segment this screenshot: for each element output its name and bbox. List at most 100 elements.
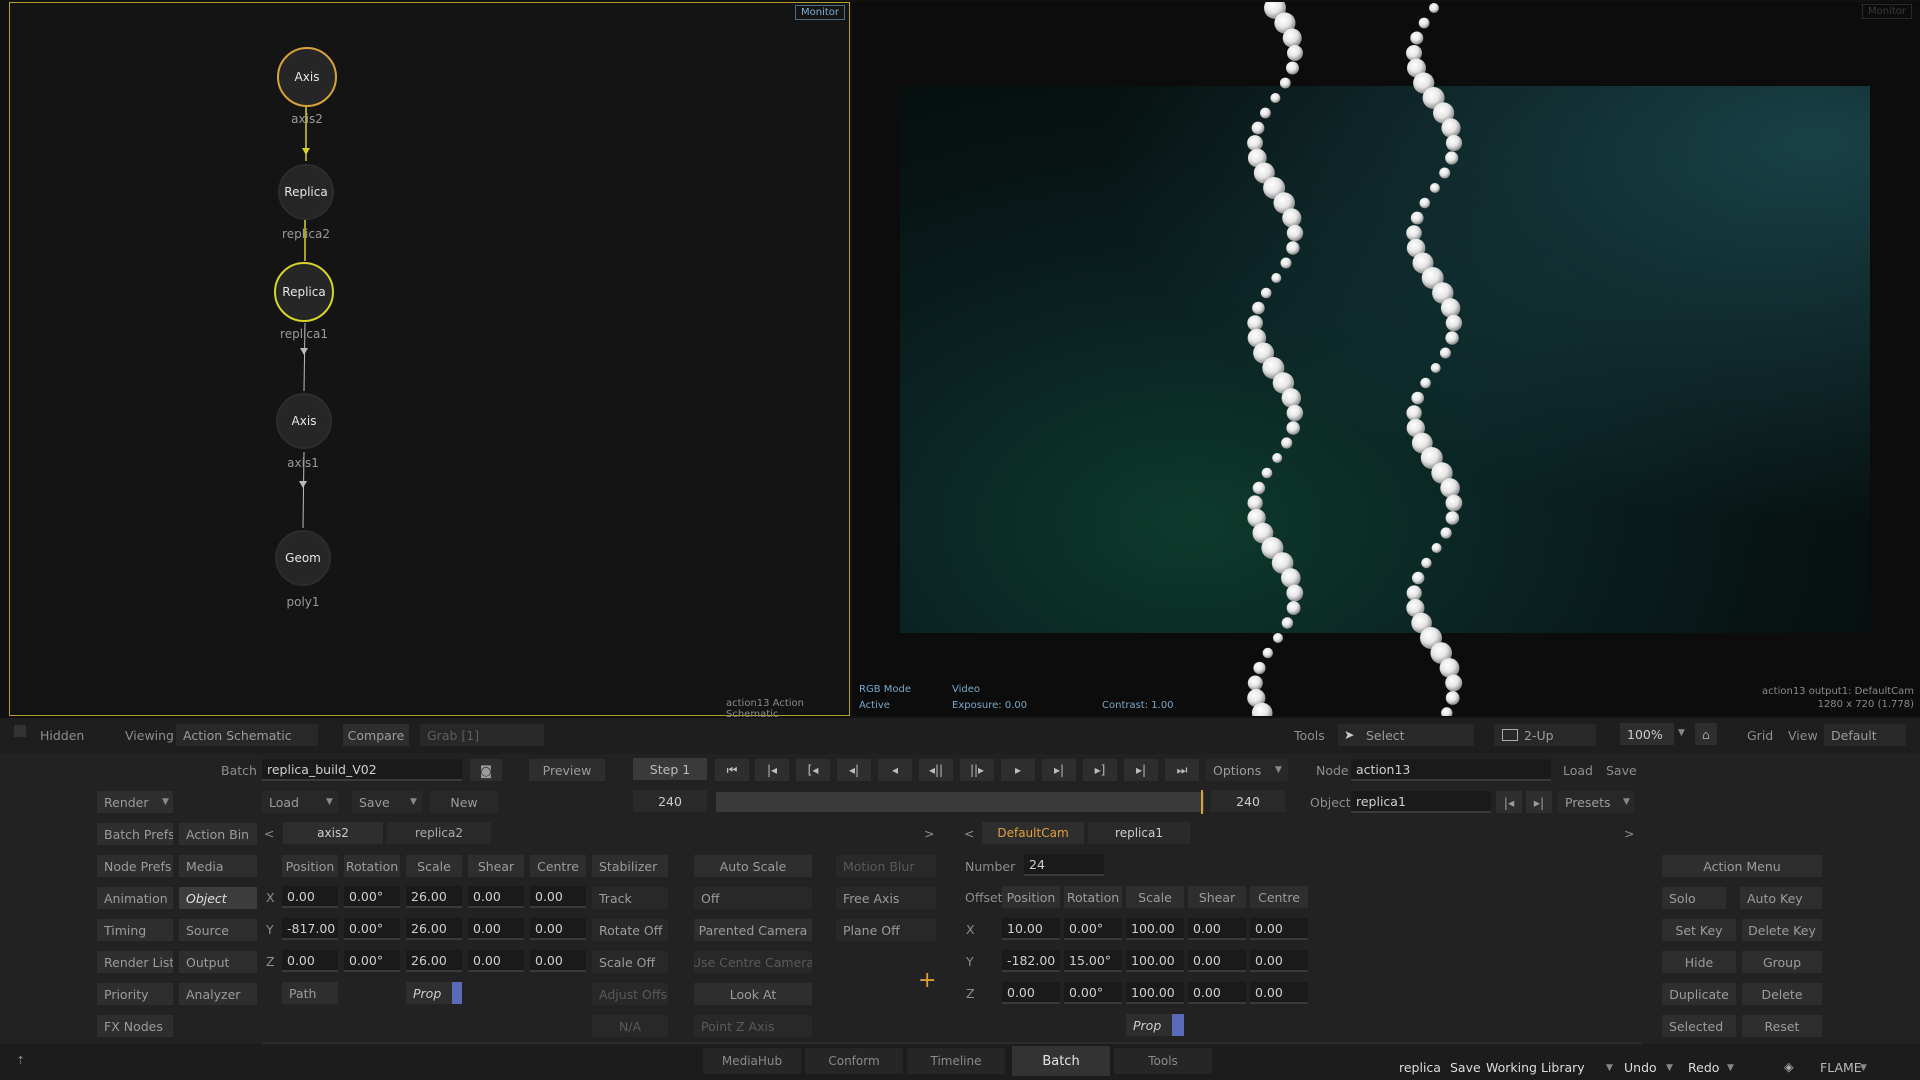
axis-centre-x[interactable]: 0.00 — [530, 886, 586, 908]
app-name[interactable]: FLAME — [1820, 1060, 1862, 1075]
delete-button[interactable]: Delete — [1742, 983, 1822, 1005]
motion-blur-button[interactable]: Motion Blur — [836, 855, 936, 877]
output-button[interactable]: Output — [179, 951, 257, 973]
prev-object-icon[interactable]: |◂ — [1496, 791, 1522, 813]
replica-tabs-left-arrow[interactable]: < — [964, 826, 974, 841]
tab-mediahub[interactable]: MediaHub — [703, 1048, 801, 1074]
new-button[interactable]: New — [430, 791, 498, 813]
axis-position-y[interactable]: -817.00 — [282, 918, 338, 940]
zoom-dropdown-icon[interactable]: ▼ — [1678, 728, 1685, 738]
replica-scale-y[interactable]: 100.00 — [1126, 950, 1184, 972]
analyzer-button[interactable]: Analyzer — [179, 983, 257, 1005]
axis-centre-y[interactable]: 0.00 — [530, 918, 586, 940]
batch-name-field[interactable]: replica_build_V02 — [262, 759, 462, 781]
tab-replica2[interactable]: replica2 — [387, 822, 491, 844]
action-menu-button[interactable]: Action Menu — [1662, 855, 1822, 877]
schematic-node-replica1[interactable]: Replica — [274, 262, 334, 322]
tab-batch[interactable]: Batch — [1012, 1046, 1110, 1076]
replica-centre-y[interactable]: 0.00 — [1250, 950, 1308, 972]
tabs-right-arrow[interactable]: > — [924, 826, 934, 841]
step-back-icon[interactable]: ◂ — [878, 759, 912, 781]
replica-shear-z[interactable]: 0.00 — [1188, 982, 1246, 1004]
batch-prefs-button[interactable]: Batch Prefs — [97, 823, 173, 845]
replica-rotation-z[interactable]: 0.00° — [1064, 982, 1122, 1004]
axis-rotation-x[interactable]: 0.00° — [344, 886, 400, 908]
replica-centre-z[interactable]: 0.00 — [1250, 982, 1308, 1004]
replica-position-z[interactable]: 0.00 — [1002, 982, 1060, 1004]
source-button[interactable]: Source — [179, 919, 257, 941]
group-button[interactable]: Group — [1742, 951, 1822, 973]
hide-button[interactable]: Hide — [1662, 951, 1736, 973]
render-list-button[interactable]: Render List — [97, 951, 173, 973]
tab-axis2[interactable]: axis2 — [283, 822, 383, 844]
undo-button[interactable]: Undo — [1624, 1060, 1657, 1075]
off-select[interactable]: Off — [694, 887, 812, 909]
prev-in-icon[interactable]: [◂ — [796, 759, 830, 781]
selected-button[interactable]: Selected — [1662, 1015, 1736, 1037]
tab-tools[interactable]: Tools — [1114, 1048, 1212, 1074]
priority-button[interactable]: Priority — [97, 983, 173, 1005]
node-load-button[interactable]: Load — [1563, 763, 1593, 778]
replica-centre-x[interactable]: 0.00 — [1250, 918, 1308, 940]
replica-scale-x[interactable]: 100.00 — [1126, 918, 1184, 940]
parented-camera-button[interactable]: Parented Camera — [694, 919, 812, 941]
rotate-off-button[interactable]: Rotate Off — [592, 919, 668, 941]
object-name-field[interactable]: replica1 — [1351, 791, 1491, 813]
node-prefs-button[interactable]: Node Prefs — [97, 855, 173, 877]
axis-position-x[interactable]: 0.00 — [282, 886, 338, 908]
expand-icon[interactable]: ⇡ — [16, 1054, 25, 1067]
auto-scale-button[interactable]: Auto Scale — [694, 855, 812, 877]
prev-mark-icon[interactable]: ◂| — [837, 759, 871, 781]
preview-button[interactable]: Preview — [529, 759, 605, 781]
look-at-button[interactable]: Look At — [694, 983, 812, 1005]
action-schematic-panel[interactable]: Monitor Axis axis2 Replica replica2 Repl… — [9, 2, 850, 720]
view-button[interactable]: View — [1788, 728, 1818, 743]
axis-scale-y[interactable]: 26.00 — [406, 918, 462, 940]
axis-position-z[interactable]: 0.00 — [282, 950, 338, 972]
next-object-icon[interactable]: ▸| — [1526, 791, 1552, 813]
axis-shear-z[interactable]: 0.00 — [468, 950, 524, 972]
replica-shear-y[interactable]: 0.00 — [1188, 950, 1246, 972]
select-tool-button[interactable]: ➤ Select — [1338, 724, 1474, 746]
tab-replica1[interactable]: replica1 — [1088, 822, 1190, 844]
axis-rotation-z[interactable]: 0.00° — [344, 950, 400, 972]
number-field[interactable]: 24 — [1024, 854, 1104, 876]
go-end-icon[interactable]: ⏭ — [1165, 759, 1199, 781]
schematic-node-axis1[interactable]: Axis — [276, 393, 332, 449]
replica-tabs-right-arrow[interactable]: > — [1624, 826, 1634, 841]
pause-icon[interactable]: ||▸ — [960, 759, 994, 781]
auto-key-button[interactable]: Auto Key — [1740, 887, 1822, 909]
tab-defaultcam[interactable]: DefaultCam — [982, 822, 1084, 844]
animation-button[interactable]: Animation — [97, 887, 173, 909]
stabilizer-button[interactable]: Stabilizer — [592, 855, 668, 877]
library-select[interactable]: Working Library — [1486, 1060, 1585, 1075]
axis-rotation-y[interactable]: 0.00° — [344, 918, 400, 940]
timing-button[interactable]: Timing — [97, 919, 173, 941]
duplicate-button[interactable]: Duplicate — [1662, 983, 1736, 1005]
path-button[interactable]: Path — [282, 982, 338, 1004]
axis-scale-x[interactable]: 26.00 — [406, 886, 462, 908]
schematic-node-geom[interactable]: Geom — [275, 530, 331, 586]
axis-centre-z[interactable]: 0.00 — [530, 950, 586, 972]
tabs-left-arrow[interactable]: < — [264, 826, 274, 841]
set-key-button[interactable]: Set Key — [1662, 919, 1736, 941]
timebar[interactable] — [716, 792, 1204, 812]
play-backward-icon[interactable]: ◂|| — [919, 759, 953, 781]
hidden-toggle[interactable] — [14, 725, 26, 737]
node-save-button[interactable]: Save — [1606, 763, 1637, 778]
fx-nodes-button[interactable]: FX Nodes — [97, 1015, 173, 1037]
media-button[interactable]: Media — [179, 855, 257, 877]
replica-position-y[interactable]: -182.00 — [1002, 950, 1060, 972]
compare-button[interactable]: Compare — [343, 724, 409, 746]
tab-conform[interactable]: Conform — [805, 1048, 903, 1074]
viewer-panel[interactable]: Monitor RGB Mode Video Active Exposure: … — [852, 2, 1920, 716]
play-icon[interactable]: ▸ — [1001, 759, 1035, 781]
reset-button[interactable]: Reset — [1742, 1015, 1822, 1037]
free-axis-button[interactable]: Free Axis — [836, 887, 936, 909]
point-z-axis-button[interactable]: Point Z Axis — [694, 1015, 812, 1037]
redo-button[interactable]: Redo — [1688, 1060, 1719, 1075]
zoom-field[interactable]: 100% — [1620, 723, 1674, 745]
end-frame-field[interactable]: 240 — [1211, 790, 1285, 812]
two-up-button[interactable]: 2-Up — [1494, 724, 1596, 746]
use-centre-camera-button[interactable]: Use Centre Camera — [694, 951, 812, 973]
